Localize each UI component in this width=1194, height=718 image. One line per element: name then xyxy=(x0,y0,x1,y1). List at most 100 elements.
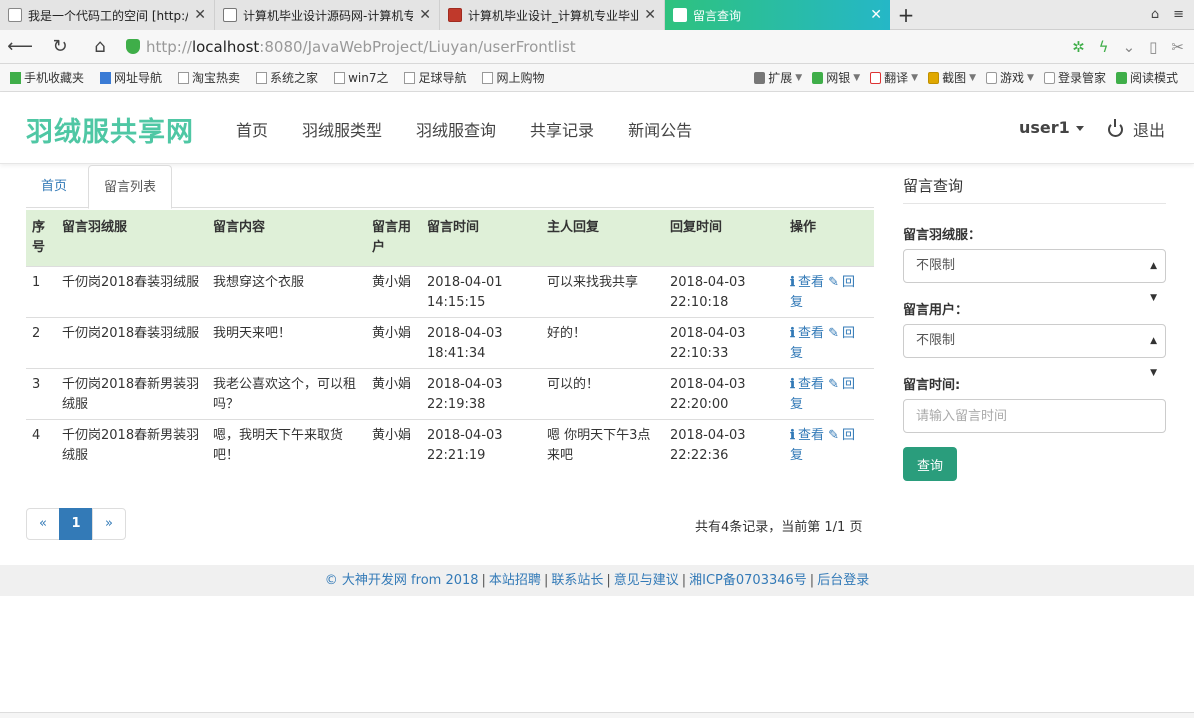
chevron-down-icon: ▲ ▼ xyxy=(1150,336,1157,378)
browser-tab-active[interactable]: 留言查询 ✕ xyxy=(665,0,890,30)
home-icon[interactable]: ⌂ xyxy=(80,36,120,57)
bookmark-win7[interactable]: win7之 xyxy=(334,69,388,86)
select-item[interactable]: 不限制 ▲ ▼ xyxy=(903,249,1166,303)
cell-user: 黄小娟 xyxy=(366,266,421,318)
bookmark-shopping[interactable]: 网上购物 xyxy=(482,69,544,86)
nav-home[interactable]: 首页 xyxy=(236,117,268,141)
screenshot-icon xyxy=(928,71,940,84)
site-logo[interactable]: 羽绒服共享网 xyxy=(26,110,194,149)
bookmark-taobao[interactable]: 淘宝热卖 xyxy=(178,69,240,86)
tool-extensions[interactable]: 扩展 ▼ xyxy=(754,69,802,86)
info-icon: ℹ xyxy=(790,275,795,290)
close-icon[interactable]: ✕ xyxy=(419,7,431,23)
tool-bank[interactable]: 网银 ▼ xyxy=(812,69,860,86)
content-tabs: 首页 留言列表 xyxy=(26,165,874,209)
view-link[interactable]: ℹ 查看 xyxy=(790,275,824,290)
cell-content: 我老公喜欢这个，可以租吗？ xyxy=(207,368,366,420)
tab-home[interactable]: 首页 xyxy=(26,165,82,208)
folder-icon xyxy=(334,71,346,84)
tool-reading-mode[interactable]: 阅读模式 xyxy=(1115,69,1178,86)
logout-link[interactable]: 退出 xyxy=(1108,117,1165,141)
column-header-content: 留言内容 xyxy=(207,210,366,267)
menu-icon[interactable]: ≡ xyxy=(1173,7,1184,22)
cell-no: 2 xyxy=(26,317,56,369)
url-host: localhost xyxy=(191,37,260,56)
cell-reply-time: 2018-04-03 22:20:00 xyxy=(664,368,784,420)
lightning-icon[interactable]: ϟ xyxy=(1099,38,1109,56)
user-dropdown[interactable]: user1 xyxy=(1019,118,1084,137)
tool-translate[interactable]: 翻译 ▼ xyxy=(870,69,918,86)
footer-copyright[interactable]: © 大神开发网 from 2018 xyxy=(325,573,479,588)
cell-content: 嗯，我明天下午来取货吧！ xyxy=(207,419,366,471)
tool-screenshot[interactable]: 截图 ▼ xyxy=(928,69,976,86)
back-icon[interactable]: ⟵ xyxy=(0,36,40,57)
bank-icon xyxy=(812,71,824,84)
generic-page-icon xyxy=(8,8,22,22)
message-table: 序号 留言羽绒服 留言内容 留言用户 留言时间 主人回复 回复时间 操作 1 千… xyxy=(26,210,874,471)
tool-label: 网银 xyxy=(826,71,851,85)
document-icon xyxy=(673,8,687,22)
view-label: 查看 xyxy=(797,326,824,341)
table-row: 3 千仞岗2018春新男装羽绒服 我老公喜欢这个，可以租吗？ 黄小娟 2018-… xyxy=(26,368,874,420)
view-link[interactable]: ℹ 查看 xyxy=(790,428,824,443)
cell-user: 黄小娟 xyxy=(366,317,421,369)
page-1-button[interactable]: 1 xyxy=(59,508,93,540)
label-user: 留言用户： xyxy=(903,303,969,318)
bookmark-mobile-favorites[interactable]: 手机收藏夹 xyxy=(10,69,84,86)
power-icon xyxy=(1108,118,1123,137)
footer-feedback[interactable]: 意见与建议 xyxy=(614,573,679,588)
footer-icp[interactable]: 湘ICP备0703346号 xyxy=(689,573,807,588)
browser-tab-3[interactable]: 计算机毕业设计_计算机专业毕业 ✕ xyxy=(440,0,665,30)
browser-tab-2[interactable]: 计算机毕业设计源码网-计算机专 ✕ xyxy=(215,0,440,30)
prev-page-button[interactable]: « xyxy=(26,508,60,540)
close-icon[interactable]: ✕ xyxy=(870,7,882,23)
document-icon xyxy=(223,8,237,22)
bookmark-system-home[interactable]: 系统之家 xyxy=(256,69,318,86)
key-icon xyxy=(1043,71,1055,84)
nav-news[interactable]: 新闻公告 xyxy=(628,117,692,141)
address-bar: ⟵ ↻ ⌂ http://localhost:8080/JavaWebProje… xyxy=(0,30,1194,64)
time-input[interactable] xyxy=(903,399,1166,433)
nav-down-search[interactable]: 羽绒服查询 xyxy=(416,117,496,141)
new-tab-icon[interactable]: + xyxy=(890,0,922,29)
cell-reply-time: 2018-04-03 22:22:36 xyxy=(664,419,784,471)
site-footer: © 大神开发网 from 2018 | 本站招聘 | 联系站长 | 意见与建议 | 湘ICP备0… xyxy=(0,565,1194,596)
query-button[interactable]: 查询 xyxy=(903,447,957,481)
book-icon xyxy=(1115,71,1127,84)
bookmark-icon xyxy=(100,71,112,84)
next-page-button[interactable]: » xyxy=(92,508,126,540)
chevron-down-icon: ▼ xyxy=(795,72,803,83)
browser-tab-1[interactable]: 我是一个代码工的空间 [http://2 ✕ xyxy=(0,0,215,30)
bookmark-football[interactable]: 足球导航 xyxy=(404,69,466,86)
footer-jobs[interactable]: 本站招聘 xyxy=(489,573,541,588)
pagination: « 1 » xyxy=(26,508,126,540)
phone-icon[interactable]: ▯ xyxy=(1149,38,1157,56)
nav-down-types[interactable]: 羽绒服类型 xyxy=(302,117,382,141)
red-site-icon xyxy=(448,8,462,22)
column-header-actions: 操作 xyxy=(784,210,874,267)
tool-games[interactable]: 游戏 ▼ xyxy=(986,69,1034,86)
accelerate-icon[interactable]: ✲ xyxy=(1072,38,1085,56)
nav-share-records[interactable]: 共享记录 xyxy=(530,117,594,141)
cell-time: 2018-04-01 14:15:15 xyxy=(421,266,541,318)
footer-contact[interactable]: 联系站长 xyxy=(551,573,603,588)
column-header-reply: 主人回复 xyxy=(541,210,664,267)
scissors-icon[interactable]: ✂ xyxy=(1171,38,1184,56)
close-icon[interactable]: ✕ xyxy=(644,7,656,23)
pencil-icon: ✎ xyxy=(828,275,840,290)
select-user[interactable]: 不限制 ▲ ▼ xyxy=(903,324,1166,378)
tab-message-list[interactable]: 留言列表 xyxy=(88,165,173,209)
chevron-down-icon: ▼ xyxy=(969,72,977,83)
skin-icon[interactable]: ⌂ xyxy=(1151,7,1159,22)
url-field[interactable]: http://localhost:8080/JavaWebProject/Liu… xyxy=(126,34,1072,60)
chevron-down-icon[interactable]: ⌄ xyxy=(1123,38,1136,56)
browser-tab-title: 留言查询 xyxy=(693,8,742,23)
close-icon[interactable]: ✕ xyxy=(194,7,206,23)
tool-login-manager[interactable]: 登录管家 xyxy=(1043,69,1106,86)
reload-icon[interactable]: ↻ xyxy=(40,36,80,57)
footer-admin-login[interactable]: 后台登录 xyxy=(817,573,869,588)
view-label: 查看 xyxy=(797,377,824,392)
bookmark-url-nav[interactable]: 网址导航 xyxy=(100,69,162,86)
view-link[interactable]: ℹ 查看 xyxy=(790,326,824,341)
view-link[interactable]: ℹ 查看 xyxy=(790,377,824,392)
